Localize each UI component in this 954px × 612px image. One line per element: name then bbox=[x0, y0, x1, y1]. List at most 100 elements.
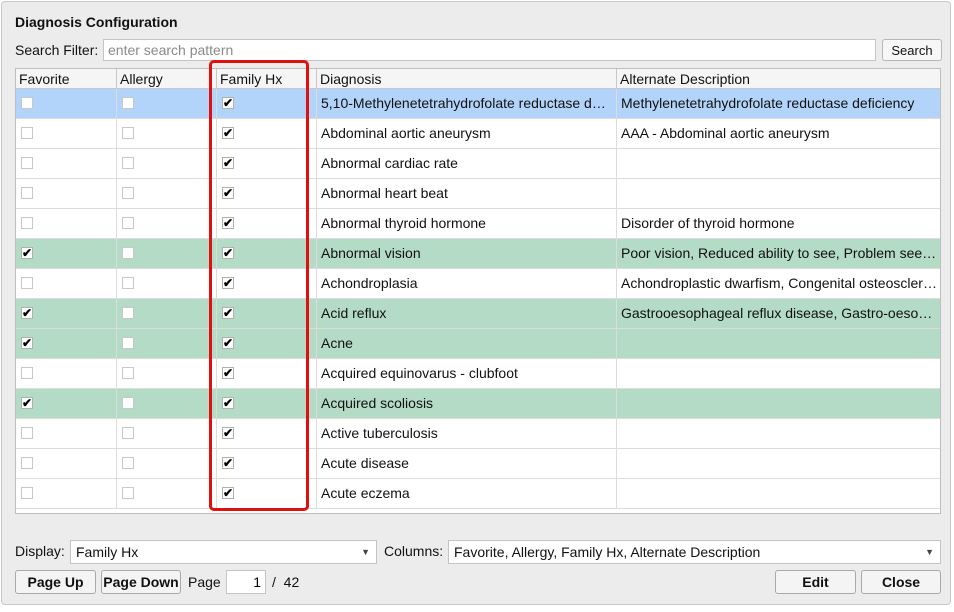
allergy-checkbox[interactable] bbox=[122, 487, 134, 499]
table-row[interactable]: ✔ Abnormal thyroid hormone Disorder of thy… bbox=[16, 209, 940, 239]
diagnosis-cell: Acquired scoliosis bbox=[317, 389, 617, 418]
chevron-down-icon: ▼ bbox=[361, 547, 370, 557]
favorite-checkbox[interactable]: ✔ bbox=[21, 307, 33, 319]
columns-select-value: Favorite, Allergy, Family Hx, Alternate … bbox=[454, 544, 761, 560]
table-cell bbox=[16, 419, 117, 448]
allergy-checkbox[interactable] bbox=[122, 457, 134, 469]
close-button[interactable]: Close bbox=[861, 570, 941, 594]
table-cell bbox=[16, 89, 117, 118]
family-hx-checkbox[interactable]: ✔ bbox=[222, 457, 234, 469]
column-header-favorite[interactable]: Favorite bbox=[16, 69, 117, 89]
allergy-checkbox[interactable] bbox=[122, 217, 134, 229]
columns-select[interactable]: Favorite, Allergy, Family Hx, Alternate … bbox=[448, 540, 941, 564]
allergy-checkbox[interactable] bbox=[122, 337, 134, 349]
favorite-checkbox[interactable] bbox=[21, 367, 33, 379]
table-row[interactable]: ✔ ✔ Acquired scoliosis bbox=[16, 389, 940, 419]
table-cell: ✔ bbox=[217, 359, 317, 388]
favorite-checkbox[interactable] bbox=[21, 187, 33, 199]
favorite-checkbox[interactable]: ✔ bbox=[21, 337, 33, 349]
family-hx-checkbox[interactable]: ✔ bbox=[222, 157, 234, 169]
check-icon: ✔ bbox=[223, 306, 234, 320]
table-cell: ✔ bbox=[217, 149, 317, 178]
allergy-checkbox[interactable] bbox=[122, 247, 134, 259]
column-header-family-hx[interactable]: Family Hx bbox=[217, 69, 317, 89]
family-hx-checkbox[interactable]: ✔ bbox=[222, 367, 234, 379]
check-icon: ✔ bbox=[22, 246, 33, 260]
search-input[interactable] bbox=[103, 39, 876, 61]
display-select[interactable]: Family Hx ▼ bbox=[70, 540, 377, 564]
table-row[interactable]: ✔ Abdominal aortic aneurysm AAA - Abdomina… bbox=[16, 119, 940, 149]
favorite-checkbox[interactable] bbox=[21, 97, 33, 109]
edit-button[interactable]: Edit bbox=[775, 570, 856, 594]
column-header-allergy[interactable]: Allergy bbox=[117, 69, 217, 89]
allergy-checkbox[interactable] bbox=[122, 127, 134, 139]
page-number-input[interactable] bbox=[226, 570, 266, 594]
favorite-checkbox[interactable] bbox=[21, 487, 33, 499]
column-header-diagnosis[interactable]: Diagnosis bbox=[317, 69, 617, 89]
table-cell bbox=[117, 389, 217, 418]
favorite-checkbox[interactable] bbox=[21, 457, 33, 469]
page-label: Page bbox=[188, 574, 221, 590]
check-icon: ✔ bbox=[223, 366, 234, 380]
column-header-alternate-description[interactable]: Alternate Description bbox=[617, 69, 940, 89]
table-cell: ✔ bbox=[217, 119, 317, 148]
family-hx-checkbox[interactable]: ✔ bbox=[222, 97, 234, 109]
table-row[interactable]: ✔ Acute eczema bbox=[16, 479, 940, 509]
table-cell: ✔ bbox=[217, 269, 317, 298]
family-hx-checkbox[interactable]: ✔ bbox=[222, 127, 234, 139]
table-cell bbox=[117, 299, 217, 328]
page-up-button[interactable]: Page Up bbox=[15, 570, 96, 594]
table-cell bbox=[16, 269, 117, 298]
family-hx-checkbox[interactable]: ✔ bbox=[222, 187, 234, 199]
favorite-checkbox[interactable] bbox=[21, 127, 33, 139]
search-button[interactable]: Search bbox=[882, 39, 942, 61]
allergy-checkbox[interactable] bbox=[122, 397, 134, 409]
search-filter-label: Search Filter: bbox=[15, 42, 99, 58]
check-icon: ✔ bbox=[22, 396, 33, 410]
table-row[interactable]: ✔ ✔ Acne bbox=[16, 329, 940, 359]
table-row[interactable]: ✔ Abnormal cardiac rate bbox=[16, 149, 940, 179]
family-hx-checkbox[interactable]: ✔ bbox=[222, 397, 234, 409]
favorite-checkbox[interactable] bbox=[21, 277, 33, 289]
allergy-checkbox[interactable] bbox=[122, 187, 134, 199]
table-cell bbox=[16, 479, 117, 508]
allergy-checkbox[interactable] bbox=[122, 97, 134, 109]
check-icon: ✔ bbox=[223, 96, 234, 110]
allergy-checkbox[interactable] bbox=[122, 427, 134, 439]
allergy-checkbox[interactable] bbox=[122, 367, 134, 379]
family-hx-checkbox[interactable]: ✔ bbox=[222, 487, 234, 499]
family-hx-checkbox[interactable]: ✔ bbox=[222, 307, 234, 319]
family-hx-checkbox[interactable]: ✔ bbox=[222, 247, 234, 259]
allergy-checkbox[interactable] bbox=[122, 277, 134, 289]
table-row[interactable]: ✔ Abnormal heart beat bbox=[16, 179, 940, 209]
family-hx-checkbox[interactable]: ✔ bbox=[222, 337, 234, 349]
page-down-button[interactable]: Page Down bbox=[101, 570, 181, 594]
favorite-checkbox[interactable]: ✔ bbox=[21, 397, 33, 409]
diagnosis-cell: Abnormal thyroid hormone bbox=[317, 209, 617, 238]
family-hx-checkbox[interactable]: ✔ bbox=[222, 217, 234, 229]
table-row[interactable]: ✔ ✔ Abnormal vision Poor vision, Reduced ab… bbox=[16, 239, 940, 269]
favorite-checkbox[interactable]: ✔ bbox=[21, 247, 33, 259]
check-icon: ✔ bbox=[223, 246, 234, 260]
favorite-checkbox[interactable] bbox=[21, 217, 33, 229]
table-cell bbox=[117, 149, 217, 178]
allergy-checkbox[interactable] bbox=[122, 307, 134, 319]
favorite-checkbox[interactable] bbox=[21, 157, 33, 169]
check-icon: ✔ bbox=[223, 126, 234, 140]
family-hx-checkbox[interactable]: ✔ bbox=[222, 277, 234, 289]
alternate-description-cell bbox=[617, 149, 940, 178]
allergy-checkbox[interactable] bbox=[122, 157, 134, 169]
table-row[interactable]: ✔ Acquired equinovarus - clubfoot bbox=[16, 359, 940, 389]
table-cell bbox=[16, 209, 117, 238]
table-row[interactable]: ✔ 5,10-Methylenetetrahydrofolate reductas… bbox=[16, 89, 940, 119]
table-row[interactable]: ✔ Achondroplasia Achondroplastic dwarfism,… bbox=[16, 269, 940, 299]
favorite-checkbox[interactable] bbox=[21, 427, 33, 439]
table-cell: ✔ bbox=[16, 389, 117, 418]
table-row[interactable]: ✔ Acute disease bbox=[16, 449, 940, 479]
diagnosis-grid: Favorite Allergy Family Hx Diagnosis Alt… bbox=[15, 68, 941, 514]
family-hx-checkbox[interactable]: ✔ bbox=[222, 427, 234, 439]
table-cell: ✔ bbox=[217, 389, 317, 418]
alternate-description-cell: Methylenetetrahydrofolate reductase defi… bbox=[621, 95, 915, 111]
table-row[interactable]: ✔ ✔ Acid reflux Gastrooesophageal reflux di… bbox=[16, 299, 940, 329]
table-row[interactable]: ✔ Active tuberculosis bbox=[16, 419, 940, 449]
